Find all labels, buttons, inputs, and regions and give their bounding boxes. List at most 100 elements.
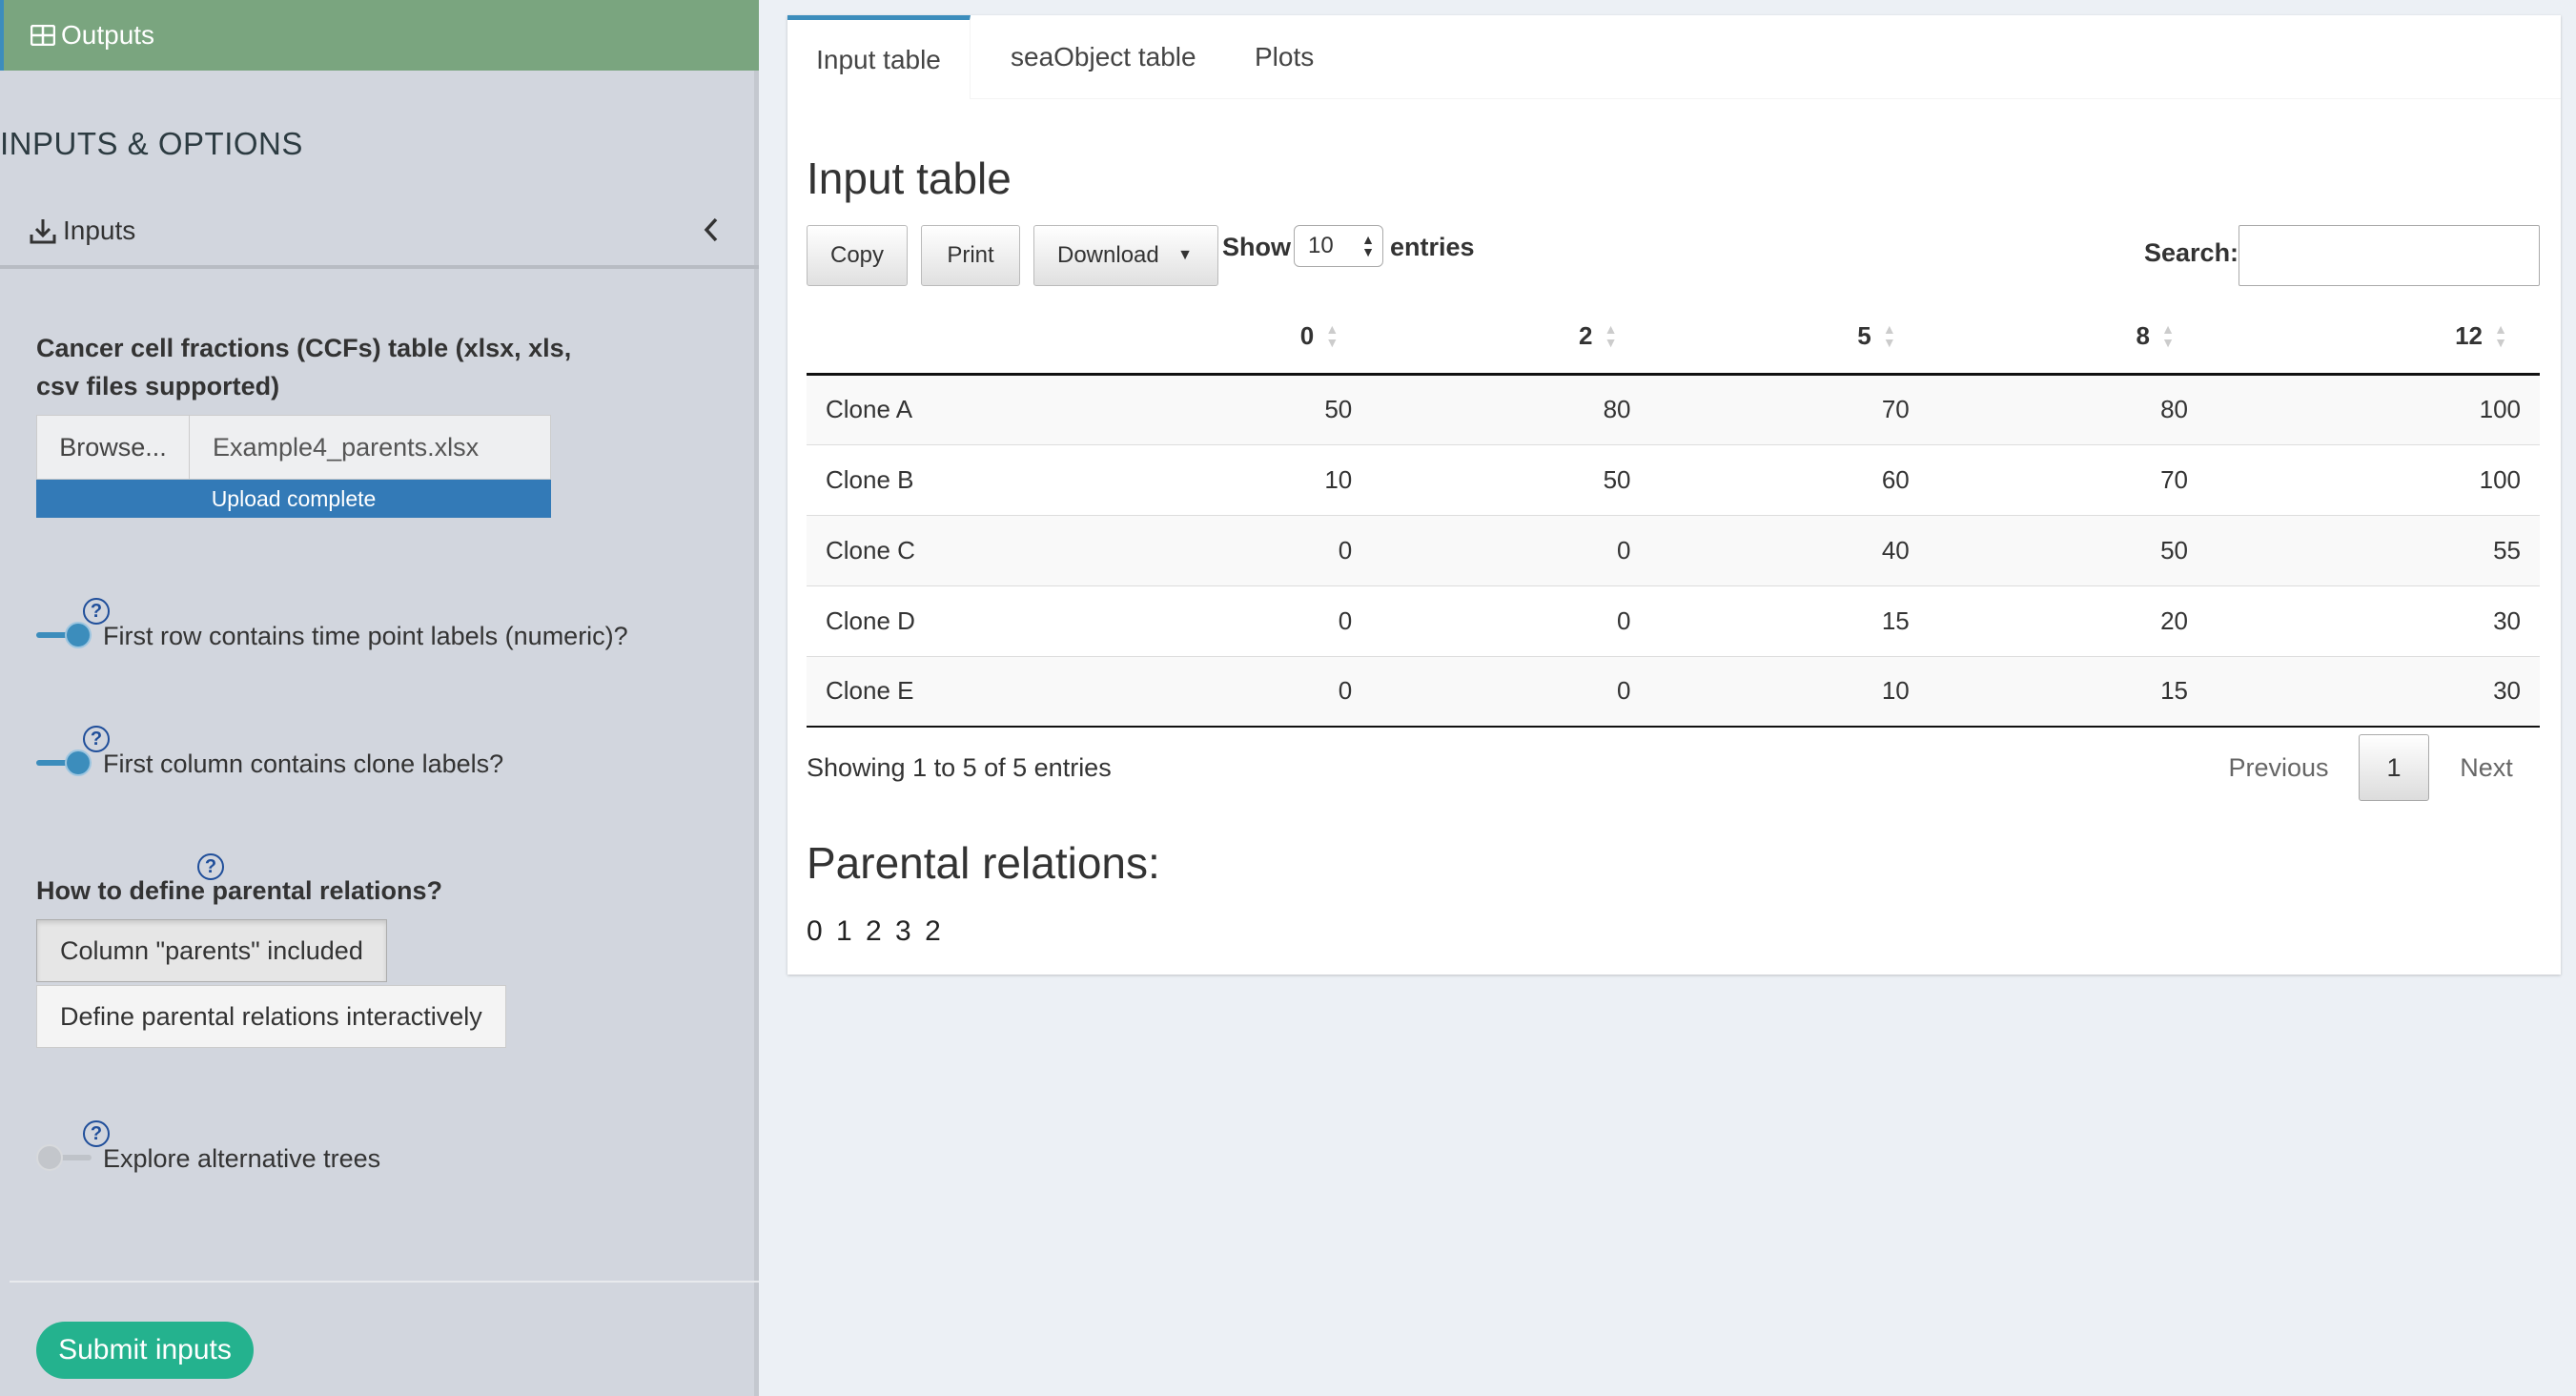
tab-bar: Input table seaObject table Plots: [787, 15, 2561, 99]
table-cell: 70: [1649, 373, 1929, 444]
upload-progress-bar: Upload complete: [36, 480, 551, 518]
table-row: Clone D 0 0 15 20 30: [807, 585, 2540, 656]
column-header-label: [807, 299, 1093, 376]
parental-relations-values: 0 1 2 3 2: [807, 915, 944, 947]
select-arrows-icon: ▲ ▼: [1361, 232, 1375, 259]
table-cell: 0: [1371, 514, 1650, 585]
timepoint-labels-toggle[interactable]: [36, 622, 92, 648]
timepoint-labels-label: First row contains time point labels (nu…: [103, 622, 628, 650]
table-cell: Clone D: [807, 585, 1093, 656]
tab-input-table[interactable]: Input table: [787, 15, 971, 99]
print-button[interactable]: Print: [921, 225, 1020, 286]
table-cell: 40: [1649, 514, 1929, 585]
sidebar-outputs-label: Outputs: [61, 20, 155, 50]
table-cell: 0: [1093, 585, 1372, 656]
alt-trees-label: Explore alternative trees: [103, 1144, 381, 1173]
sidebar-section-header: INPUTS & OPTIONS: [0, 126, 303, 161]
sort-icon: ▲ ▼: [1882, 321, 1896, 350]
help-icon[interactable]: ?: [83, 1120, 110, 1147]
chevron-left-icon[interactable]: [700, 216, 723, 244]
clone-labels-toggle[interactable]: [36, 749, 92, 776]
caret-down-icon: ▼: [1177, 247, 1193, 263]
table-row: Clone B 10 50 60 70 100: [807, 443, 2540, 515]
table-cell: 30: [2207, 655, 2540, 728]
sort-icon: ▲ ▼: [2494, 321, 2507, 350]
ccf-label-line2: csv files supported): [36, 372, 280, 400]
show-label: Show: [1222, 233, 1291, 261]
sidebar-inputs-label: Inputs: [63, 216, 136, 245]
search-input[interactable]: [2239, 225, 2540, 286]
table-cell: Clone A: [807, 373, 1093, 444]
sort-icon: ▲ ▼: [1325, 321, 1339, 350]
download-button-label: Download: [1057, 242, 1159, 268]
column-header[interactable]: 8 ▲ ▼: [1928, 299, 2207, 376]
column-header[interactable]: 12 ▲ ▼: [2207, 299, 2540, 376]
tab-seaobject-table[interactable]: seaObject table: [1011, 15, 1196, 99]
column-header[interactable]: 2 ▲ ▼: [1371, 299, 1650, 376]
table-cell: Clone E: [807, 655, 1093, 728]
table-cell: 50: [1093, 373, 1372, 444]
help-icon[interactable]: ?: [83, 726, 110, 752]
table-cell: 15: [1649, 585, 1929, 656]
sidebar-divider: [10, 1281, 759, 1283]
table-cell: 100: [2207, 443, 2540, 515]
previous-page-button[interactable]: Previous: [2212, 734, 2345, 801]
input-data-table: 0 ▲ ▼ 2 ▲ ▼ 5 ▲ ▼ 8 ▲ ▼ 12 ▲ ▼ Clone A 50 80 70 80…: [807, 299, 2540, 728]
table-cell: 0: [1093, 655, 1372, 728]
column-header[interactable]: 0 ▲ ▼: [1093, 299, 1372, 376]
table-cell: 50: [1371, 443, 1650, 515]
sidebar: Outputs INPUTS & OPTIONS Inputs Cancer c…: [0, 0, 759, 1396]
parental-relations-title: Parental relations:: [807, 838, 1160, 888]
table-header-row: 0 ▲ ▼ 2 ▲ ▼ 5 ▲ ▼ 8 ▲ ▼ 12 ▲ ▼: [807, 299, 2540, 376]
table-row: Clone A 50 80 70 80 100: [807, 373, 2540, 444]
sidebar-item-inputs[interactable]: Inputs: [0, 196, 759, 269]
table-cell: 15: [1928, 655, 2207, 728]
next-page-button[interactable]: Next: [2448, 734, 2525, 801]
table-cell: 10: [1093, 443, 1372, 515]
copy-button[interactable]: Copy: [807, 225, 908, 286]
table-row: Clone E 0 0 10 15 30: [807, 655, 2540, 728]
tab-plots[interactable]: Plots: [1255, 15, 1314, 99]
sidebar-item-outputs[interactable]: Outputs: [0, 0, 759, 71]
sort-icon: ▲ ▼: [2161, 321, 2175, 350]
table-cell: 50: [1928, 514, 2207, 585]
interactive-parents-option[interactable]: Define parental relations interactively: [36, 985, 506, 1048]
clone-labels-label: First column contains clone labels?: [103, 749, 504, 778]
table-cell: 70: [1928, 443, 2207, 515]
parental-relations-label: How to define parental relations?: [36, 876, 443, 905]
help-icon[interactable]: ?: [83, 598, 110, 625]
column-header[interactable]: 5 ▲ ▼: [1649, 299, 1929, 376]
page-length-value: 10: [1308, 233, 1334, 258]
table-cell: 100: [2207, 373, 2540, 444]
table-cell: Clone C: [807, 514, 1093, 585]
submit-inputs-button[interactable]: Submit inputs: [36, 1322, 254, 1379]
table-cell: 10: [1649, 655, 1929, 728]
table-cell: 80: [1928, 373, 2207, 444]
table-cell: 20: [1928, 585, 2207, 656]
table-cell: 0: [1371, 585, 1650, 656]
file-input[interactable]: Browse... Example4_parents.xlsx: [36, 415, 551, 480]
table-cell: 55: [2207, 514, 2540, 585]
page-length-select[interactable]: 10 ▲ ▼: [1294, 225, 1383, 267]
table-row: Clone C 0 0 40 50 55: [807, 514, 2540, 585]
sort-icon: ▲ ▼: [1604, 321, 1618, 350]
entries-label: entries: [1390, 233, 1475, 261]
parents-column-option[interactable]: Column "parents" included: [36, 919, 387, 982]
download-icon: [30, 219, 56, 244]
search-label: Search:: [2144, 238, 2239, 267]
table-icon: [31, 25, 55, 46]
table-cell: 0: [1371, 655, 1650, 728]
browse-button[interactable]: Browse...: [37, 416, 190, 479]
table-info: Showing 1 to 5 of 5 entries: [807, 753, 1112, 782]
file-name-field: Example4_parents.xlsx: [213, 432, 480, 462]
table-cell: Clone B: [807, 443, 1093, 515]
download-button[interactable]: Download ▼: [1033, 225, 1218, 286]
table-cell: 30: [2207, 585, 2540, 656]
table-cell: 60: [1649, 443, 1929, 515]
current-page-button[interactable]: 1: [2359, 734, 2429, 801]
ccf-label-line1: Cancer cell fractions (CCFs) table (xlsx…: [36, 334, 572, 362]
page-title: Input table: [807, 154, 1012, 203]
alt-trees-toggle[interactable]: [36, 1144, 92, 1171]
table-cell: 80: [1371, 373, 1650, 444]
table-cell: 0: [1093, 514, 1372, 585]
